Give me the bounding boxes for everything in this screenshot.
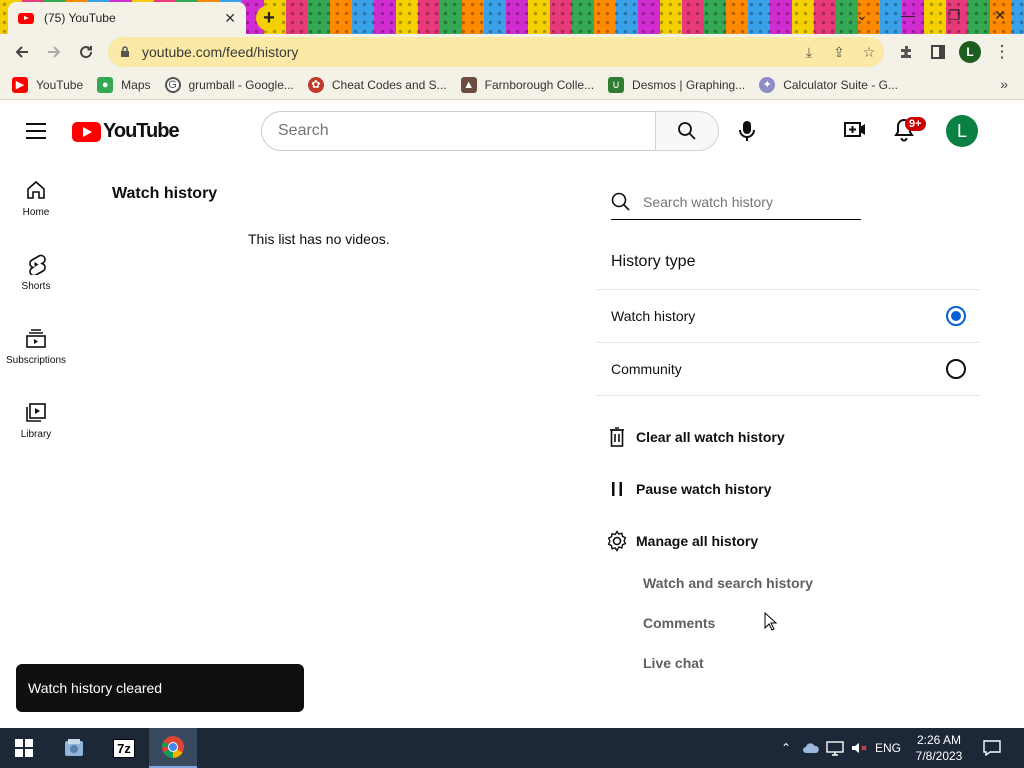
bookmark-star-icon[interactable]: ☆ <box>854 44 884 61</box>
subscriptions-icon <box>26 329 46 348</box>
guide-item-library[interactable]: Library <box>0 389 72 463</box>
radio-button-selected[interactable] <box>946 306 966 326</box>
guide-item-home[interactable]: Home <box>0 167 72 241</box>
restore-icon[interactable]: ❐ <box>931 0 977 30</box>
guide-item-subscriptions[interactable]: Subscriptions <box>0 315 72 389</box>
notification-center-icon[interactable] <box>978 728 1006 768</box>
farnborough-icon: ▲ <box>460 76 477 93</box>
bookmarks-bar: ▶ YouTube ● Maps G grumball - Google... … <box>0 70 1024 100</box>
mouse-cursor-icon <box>764 611 778 637</box>
clock-date: 7/8/2023 <box>915 749 963 763</box>
history-type-community[interactable]: Community <box>611 343 966 395</box>
toast-notification: Watch history cleared <box>16 664 304 712</box>
history-type-watch[interactable]: Watch history <box>611 290 966 342</box>
volume-muted-icon[interactable] <box>848 728 870 768</box>
onedrive-icon[interactable] <box>800 728 822 768</box>
youtube-logo[interactable]: YouTube <box>72 120 180 143</box>
bookmark-calculator[interactable]: ✦ Calculator Suite - G... <box>759 76 898 93</box>
network-icon[interactable] <box>824 728 846 768</box>
bookmark-youtube[interactable]: ▶ YouTube <box>12 76 83 93</box>
mini-guide: Home Shorts Subscriptions Library <box>0 167 72 463</box>
youtube-logo-icon <box>72 121 101 142</box>
home-icon <box>27 180 45 199</box>
guide-item-shorts[interactable]: Shorts <box>0 241 72 315</box>
install-icon[interactable]: ⤓ <box>794 44 824 61</box>
clear-history-button[interactable]: Clear all watch history <box>606 422 785 452</box>
maps-icon: ● <box>97 76 114 93</box>
library-icon <box>26 403 46 422</box>
reload-icon[interactable] <box>72 38 100 66</box>
search-icon <box>611 192 630 211</box>
page-title: Watch history <box>112 185 218 202</box>
history-search-input[interactable] <box>643 194 843 210</box>
lock-icon <box>120 46 132 58</box>
youtube-page: YouTube 9+ L Home Shorts Subscr <box>0 101 1024 728</box>
manage-history-button[interactable]: Manage all history <box>606 526 758 556</box>
show-hidden-icons-icon[interactable]: ⌃ <box>776 728 796 768</box>
minimize-icon[interactable]: — <box>885 0 931 30</box>
history-type-heading: History type <box>611 253 696 270</box>
cheat-codes-icon: ✿ <box>307 76 324 93</box>
bookmarks-overflow-icon[interactable]: » <box>1000 76 1008 92</box>
7zip-icon[interactable]: 7z <box>100 728 148 768</box>
bookmark-google[interactable]: G grumball - Google... <box>164 76 294 93</box>
radio-button[interactable] <box>946 359 966 379</box>
link-comments[interactable]: Comments <box>643 615 715 631</box>
history-sidebar: History type Watch history Community Cle… <box>596 101 980 728</box>
google-icon: G <box>164 76 181 93</box>
bookmark-farnborough[interactable]: ▲ Farnborough Colle... <box>460 76 594 93</box>
calculator-icon: ✦ <box>759 76 776 93</box>
browser-menu-icon[interactable]: ⋮ <box>988 38 1016 66</box>
bookmark-desmos[interactable]: ∪ Desmos | Graphing... <box>608 76 745 93</box>
new-tab-button[interactable]: + <box>256 5 282 31</box>
tab-search-icon[interactable]: ⌄ <box>839 0 885 30</box>
side-panel-icon[interactable] <box>924 38 952 66</box>
link-live-chat[interactable]: Live chat <box>643 655 704 671</box>
taskbar-clock[interactable]: 2:26 AM 7/8/2023 <box>908 732 970 764</box>
tab-close-icon[interactable]: ✕ <box>224 10 236 27</box>
youtube-icon: ▶ <box>12 76 28 93</box>
youtube-favicon-icon <box>18 12 34 24</box>
close-window-icon[interactable]: ✕ <box>977 0 1023 30</box>
chrome-taskbar-icon[interactable] <box>149 728 197 768</box>
hamburger-menu-icon[interactable] <box>26 123 46 139</box>
divider <box>596 395 980 396</box>
bookmark-cheat-codes[interactable]: ✿ Cheat Codes and S... <box>307 76 447 93</box>
extensions-icon[interactable] <box>893 38 921 66</box>
taskbar-app-icon[interactable] <box>50 728 98 768</box>
trash-icon <box>606 427 628 447</box>
share-icon[interactable]: ⇪ <box>824 44 854 61</box>
browser-toolbar: youtube.com/feed/history ⤓ ⇪ ☆ L ⋮ <box>0 34 1024 70</box>
forward-icon[interactable] <box>40 38 68 66</box>
language-indicator[interactable]: ENG <box>872 728 904 768</box>
address-bar[interactable]: youtube.com/feed/history ⤓ ⇪ ☆ <box>108 37 884 67</box>
shorts-icon <box>29 254 46 275</box>
back-icon[interactable] <box>8 38 36 66</box>
windows-taskbar: 7z ⌃ ENG 2:26 AM 7/8/2023 <box>0 728 1024 768</box>
windows-start-icon[interactable] <box>0 728 48 768</box>
url-text: youtube.com/feed/history <box>142 44 299 60</box>
history-search-box <box>611 185 861 220</box>
bookmark-maps[interactable]: ● Maps <box>97 76 151 93</box>
clock-time: 2:26 AM <box>916 733 962 747</box>
browser-profile-avatar[interactable]: L <box>959 41 981 63</box>
desmos-icon: ∪ <box>608 76 625 93</box>
browser-tab-youtube[interactable]: (75) YouTube ✕ <box>8 2 246 34</box>
link-watch-and-search-history[interactable]: Watch and search history <box>643 575 813 591</box>
pause-icon <box>606 481 628 497</box>
tab-title: (75) YouTube <box>44 11 116 25</box>
gear-icon <box>606 530 628 552</box>
empty-list-message: This list has no videos. <box>248 231 390 247</box>
pause-history-button[interactable]: Pause watch history <box>606 474 771 504</box>
